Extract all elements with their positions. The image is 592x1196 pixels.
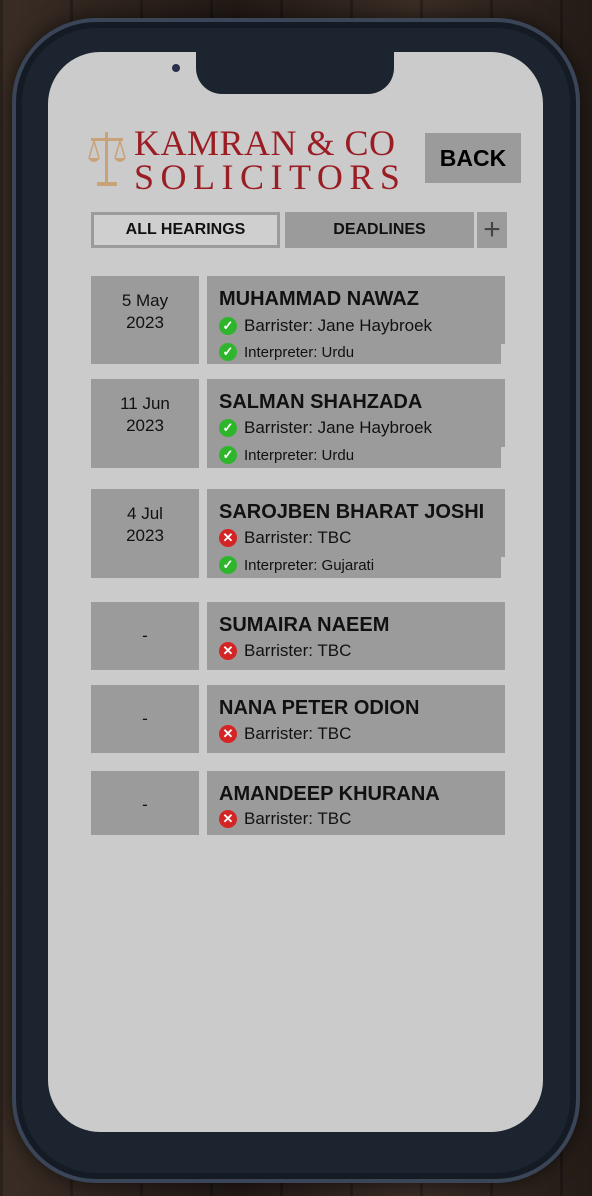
hearing-date-day: 5 May (121, 291, 169, 310)
scales-of-justice-icon (88, 132, 126, 186)
hearing-card[interactable]: SALMAN SHAHZADA ✓ Barrister: Jane Haybro… (207, 379, 505, 447)
interpreter-text: Interpreter: Urdu (244, 446, 355, 464)
hearing-card[interactable]: MUHAMMAD NAWAZ ✓ Barrister: Jane Haybroe… (207, 276, 505, 344)
hearing-card[interactable]: SAROJBEN BHARAT JOSHI ✕ Barrister: TBC (207, 489, 505, 557)
barrister-text: Barrister: Jane Haybroek (244, 316, 433, 335)
barrister-line: ✕ Barrister: TBC (219, 724, 351, 744)
client-name: SAROJBEN BHARAT JOSHI (219, 501, 485, 523)
interpreter-text: Interpreter: Urdu (244, 343, 355, 361)
hearing-date-year: 2023 (126, 416, 164, 435)
interpreter-strip: ✓ Interpreter: Gujarati (207, 553, 501, 578)
hearing-date: 5 May 2023 (91, 276, 199, 364)
hearing-date-year: 2023 (126, 526, 164, 545)
tab-deadlines[interactable]: DEADLINES (285, 212, 474, 248)
add-button[interactable]: + (477, 212, 507, 248)
hearing-date: 4 Jul 2023 (91, 489, 199, 578)
hearing-date-day: - (142, 795, 148, 814)
hearing-date: - (91, 771, 199, 835)
cross-circle-icon: ✕ (219, 725, 237, 743)
check-circle-icon: ✓ (219, 556, 237, 574)
hearing-date-day: - (142, 626, 148, 645)
client-name: AMANDEEP KHURANA (219, 783, 440, 805)
interpreter-text: Interpreter: Gujarati (244, 556, 375, 574)
check-circle-icon: ✓ (219, 419, 237, 437)
barrister-line: ✕ Barrister: TBC (219, 809, 351, 829)
hearing-date: 11 Jun 2023 (91, 379, 199, 468)
barrister-line: ✕ Barrister: TBC (219, 641, 351, 661)
cross-circle-icon: ✕ (219, 810, 237, 828)
client-name: NANA PETER ODION (219, 697, 420, 719)
logo-subtitle: SOLICITORS (134, 157, 407, 197)
hearing-date: - (91, 685, 199, 753)
barrister-line: ✓ Barrister: Jane Haybroek (219, 418, 432, 438)
check-circle-icon: ✓ (219, 343, 237, 361)
camera-icon (172, 64, 180, 72)
barrister-text: Barrister: TBC (244, 528, 352, 547)
hearing-date-day: - (142, 709, 148, 728)
hearing-date: - (91, 602, 199, 670)
client-name: MUHAMMAD NAWAZ (219, 288, 419, 310)
hearing-date-day: 11 Jun (120, 394, 170, 413)
barrister-text: Barrister: TBC (244, 641, 352, 660)
interpreter-line: ✓ Interpreter: Gujarati (219, 556, 374, 574)
tab-all-hearings[interactable]: ALL HEARINGS (91, 212, 280, 248)
hearing-card[interactable]: AMANDEEP KHURANA ✕ Barrister: TBC (207, 771, 505, 835)
interpreter-strip: ✓ Interpreter: Urdu (207, 340, 501, 364)
hearing-date-day: 4 Jul (127, 504, 163, 523)
cross-circle-icon: ✕ (219, 529, 237, 547)
barrister-text: Barrister: TBC (244, 809, 352, 828)
hearing-date-year: 2023 (126, 313, 164, 332)
client-name: SUMAIRA NAEEM (219, 614, 390, 636)
cross-circle-icon: ✕ (219, 642, 237, 660)
client-name: SALMAN SHAHZADA (219, 391, 423, 413)
phone-notch (196, 52, 394, 94)
barrister-line: ✓ Barrister: Jane Haybroek (219, 316, 432, 336)
interpreter-line: ✓ Interpreter: Urdu (219, 343, 354, 361)
back-button[interactable]: BACK (425, 133, 521, 183)
hearing-card[interactable]: SUMAIRA NAEEM ✕ Barrister: TBC (207, 602, 505, 670)
barrister-line: ✕ Barrister: TBC (219, 528, 351, 548)
barrister-text: Barrister: Jane Haybroek (244, 418, 433, 437)
check-circle-icon: ✓ (219, 446, 237, 464)
hearing-card[interactable]: NANA PETER ODION ✕ Barrister: TBC (207, 685, 505, 753)
firm-logo: KAMRAN & CO SOLICITORS (88, 122, 408, 197)
check-circle-icon: ✓ (219, 317, 237, 335)
interpreter-strip: ✓ Interpreter: Urdu (207, 443, 501, 468)
barrister-text: Barrister: TBC (244, 724, 352, 743)
interpreter-line: ✓ Interpreter: Urdu (219, 446, 354, 464)
